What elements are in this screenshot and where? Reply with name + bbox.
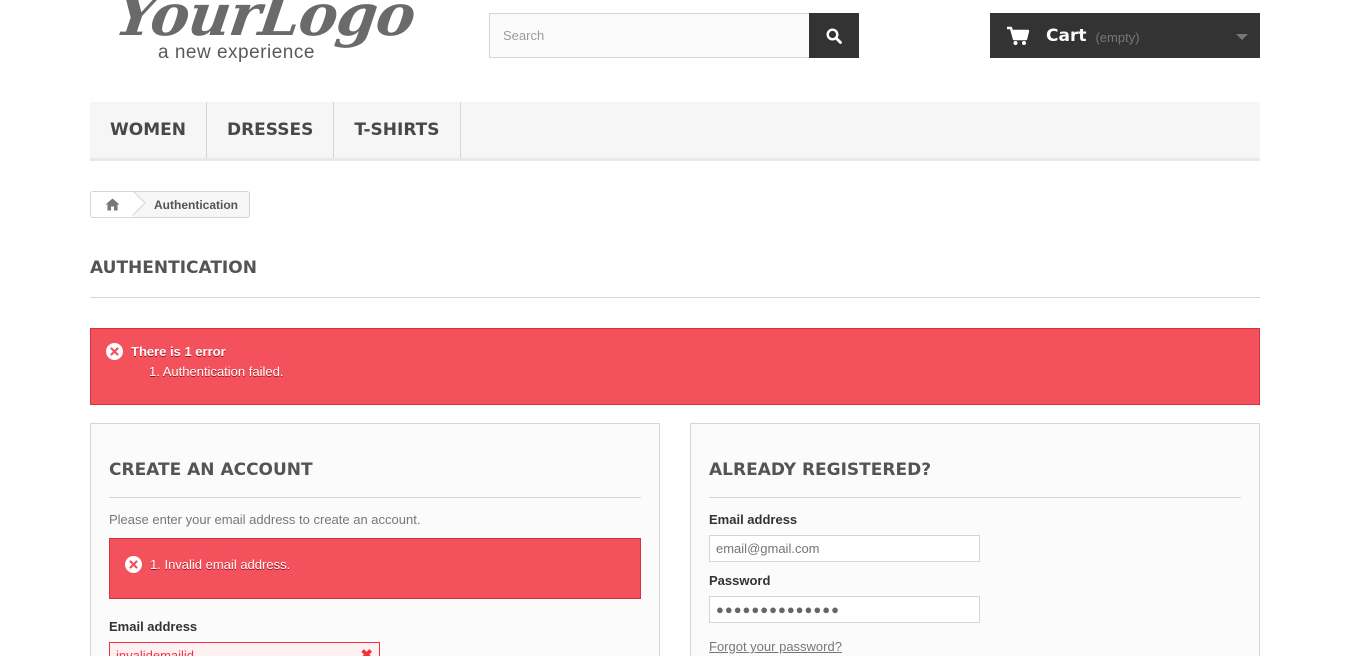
main-menu: WOMEN DRESSES T-SHIRTS: [90, 102, 1260, 161]
chevron-down-icon: [1236, 34, 1248, 40]
error-alert-message: 1. Authentication failed.: [149, 364, 284, 379]
menu-item-t-shirts[interactable]: T-SHIRTS: [334, 102, 461, 158]
page-title: AUTHENTICATION: [90, 258, 1260, 298]
login-heading: ALREADY REGISTERED?: [709, 424, 1241, 498]
shopping-cart-icon: [1007, 26, 1030, 45]
password-mask: ●●●●●●●●●●●●●●: [716, 602, 840, 617]
logo-tagline: a new experience: [158, 42, 315, 63]
close-icon: ✖: [360, 647, 373, 656]
login-password-input[interactable]: ●●●●●●●●●●●●●●: [709, 596, 980, 623]
login-email-input[interactable]: [709, 535, 980, 562]
search-input[interactable]: [489, 13, 809, 58]
menu-item-dresses[interactable]: DRESSES: [207, 102, 335, 158]
create-account-heading: CREATE AN ACCOUNT: [109, 424, 641, 498]
menu-item-women[interactable]: WOMEN: [90, 102, 207, 158]
error-circle-icon: [106, 343, 123, 360]
logo-wordmark: YourLogo: [111, 0, 420, 49]
error-alert: There is 1 error 1. Authentication faile…: [90, 328, 1260, 405]
login-form: ALREADY REGISTERED? Email address Passwo…: [690, 423, 1260, 656]
forgot-password-link[interactable]: Forgot your password?: [709, 639, 842, 654]
error-circle-icon: [125, 556, 142, 573]
create-email-label: Email address: [109, 619, 198, 634]
breadcrumb: Authentication: [90, 191, 250, 218]
cart-label: Cart: [1046, 25, 1087, 46]
breadcrumb-separator: [120, 192, 146, 216]
breadcrumb-current: Authentication: [154, 197, 238, 212]
create-account-error-message: 1. Invalid email address.: [150, 557, 291, 572]
create-email-value: invalidemailid: [116, 648, 195, 656]
login-password-label: Password: [709, 573, 771, 588]
create-account-error-alert: 1. Invalid email address.: [109, 538, 641, 599]
cart-status: (empty): [1095, 29, 1140, 45]
search-form: [489, 13, 859, 58]
search-icon: [826, 27, 842, 44]
home-icon: [105, 198, 119, 211]
site-logo[interactable]: YourLogo a new experience: [108, 0, 419, 68]
search-button[interactable]: [809, 13, 859, 58]
login-email-label: Email address: [709, 512, 798, 527]
create-email-input[interactable]: invalidemailid ✖: [109, 642, 380, 656]
create-account-form: CREATE AN ACCOUNT Please enter your emai…: [90, 423, 660, 656]
error-alert-title: There is 1 error: [131, 344, 226, 359]
create-account-intro: Please enter your email address to creat…: [109, 512, 421, 527]
breadcrumb-home-link[interactable]: [91, 192, 146, 217]
cart-button[interactable]: Cart (empty): [990, 13, 1260, 58]
